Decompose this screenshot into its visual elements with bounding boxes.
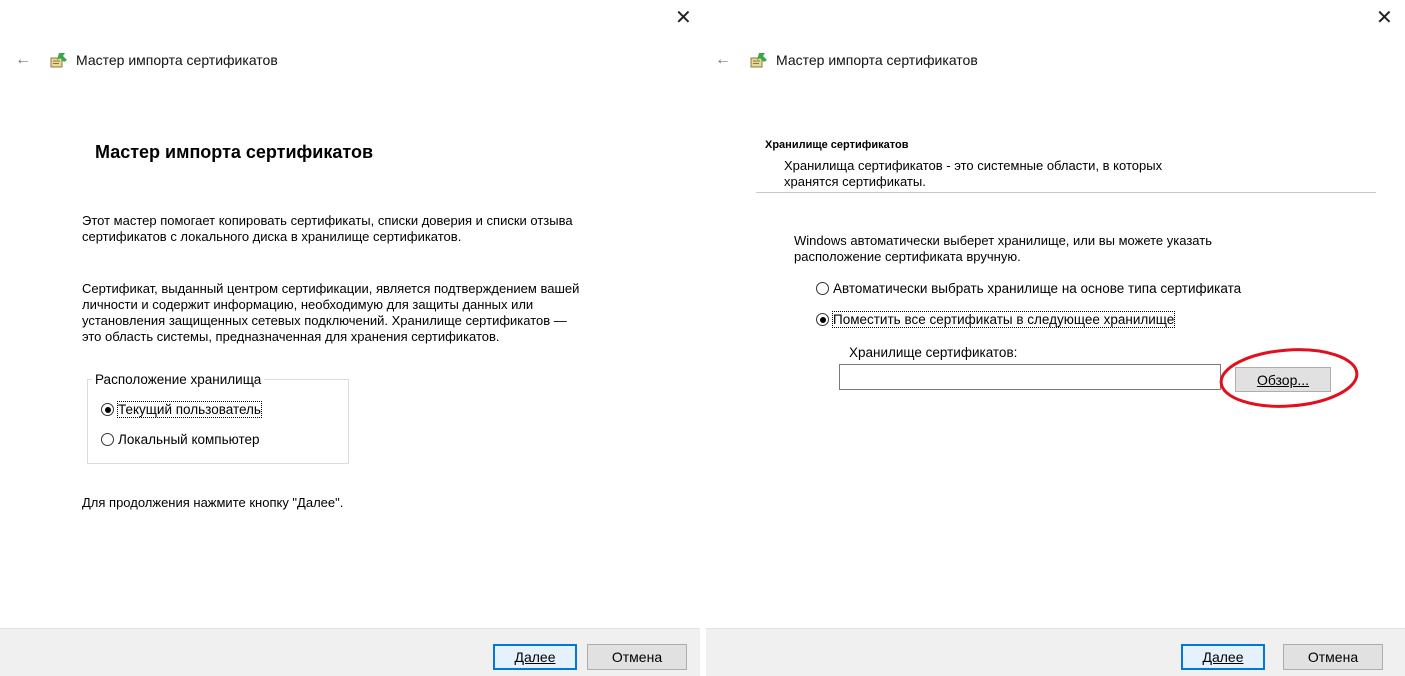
text-line: расположение сертификата вручную. [794, 249, 1021, 264]
radio-indicator-checked[interactable] [816, 313, 829, 326]
radio-label: Текущий пользователь [117, 401, 262, 418]
text-line: установления защищенных сетевых подключе… [82, 313, 567, 328]
radio-manual-store[interactable]: Поместить все сертификаты в следующее хр… [816, 311, 1176, 328]
text-line: Сертификат, выданный центром сертификаци… [82, 281, 580, 296]
certificate-wizard-icon [50, 53, 67, 68]
text-line: Этот мастер помогает копировать сертифик… [82, 213, 573, 228]
wizard-window-store: ✕ ← Мастер импорта сертификатов Хранилищ… [706, 0, 1405, 676]
store-location-group: Расположение хранилища [87, 372, 349, 464]
text-line: сертификатов с локального диска в хранил… [82, 229, 462, 244]
radio-label: Локальный компьютер [118, 432, 260, 447]
button-bar: Далее Отмена [0, 628, 700, 676]
wizard-window-welcome: ✕ ← Мастер импорта сертификатов Мастер и… [0, 0, 700, 676]
close-icon[interactable]: ✕ [675, 8, 692, 28]
radio-local-machine[interactable]: Локальный компьютер [101, 432, 260, 447]
store-field-label: Хранилище сертификатов: [849, 345, 1018, 360]
radio-auto-store[interactable]: Автоматически выбрать хранилище на основ… [816, 281, 1241, 296]
button-bar: Далее Отмена [706, 628, 1405, 676]
text-line: личности и содержит информацию, необходи… [82, 297, 534, 312]
text-line: Windows автоматически выберет хранилище,… [794, 233, 1212, 248]
back-arrow-icon[interactable]: ← [710, 51, 736, 69]
radio-label: Автоматически выбрать хранилище на основ… [833, 281, 1242, 296]
intro-paragraph: Windows автоматически выберет хранилище,… [794, 233, 1212, 265]
description-paragraph: Сертификат, выданный центром сертификаци… [82, 281, 579, 345]
cancel-button[interactable]: Отмена [587, 644, 687, 670]
section-title: Хранилище сертификатов [765, 139, 909, 151]
header-divider [756, 192, 1376, 193]
group-label: Расположение хранилища [95, 372, 262, 387]
title-bar: ← Мастер импорта сертификатов [706, 45, 978, 75]
button-label: Отмена [1307, 649, 1359, 665]
close-icon[interactable]: ✕ [1376, 8, 1393, 28]
button-label: Отмена [611, 649, 663, 665]
next-button[interactable]: Далее [493, 644, 577, 670]
radio-indicator[interactable] [101, 433, 114, 446]
intro-paragraph: Этот мастер помогает копировать сертифик… [82, 213, 573, 245]
button-label: Далее [514, 649, 556, 665]
window-title: Мастер импорта сертификатов [76, 52, 278, 68]
title-bar: ← Мастер импорта сертификатов [0, 45, 278, 75]
page-heading: Мастер импорта сертификатов [95, 142, 374, 162]
button-label: Далее [1202, 649, 1244, 665]
section-description: Хранилища сертификатов - это системные о… [784, 158, 1162, 190]
radio-indicator-checked[interactable] [101, 403, 114, 416]
cancel-button[interactable]: Отмена [1283, 644, 1383, 670]
radio-indicator[interactable] [816, 282, 829, 295]
store-input[interactable] [839, 364, 1221, 390]
back-arrow-icon[interactable]: ← [10, 51, 36, 69]
text-line: Хранилища сертификатов - это системные о… [784, 158, 1163, 173]
text-line: это область системы, предназначенная для… [82, 329, 500, 344]
continue-hint: Для продолжения нажмите кнопку "Далее". [82, 495, 344, 510]
certificate-wizard-icon [750, 53, 767, 68]
radio-label: Поместить все сертификаты в следующее хр… [831, 311, 1176, 328]
window-title: Мастер импорта сертификатов [776, 52, 978, 68]
next-button[interactable]: Далее [1181, 644, 1265, 670]
annotation-highlight-ellipse [1219, 348, 1359, 408]
radio-current-user[interactable]: Текущий пользователь [101, 401, 262, 418]
text-line: хранятся сертификаты. [784, 174, 926, 189]
